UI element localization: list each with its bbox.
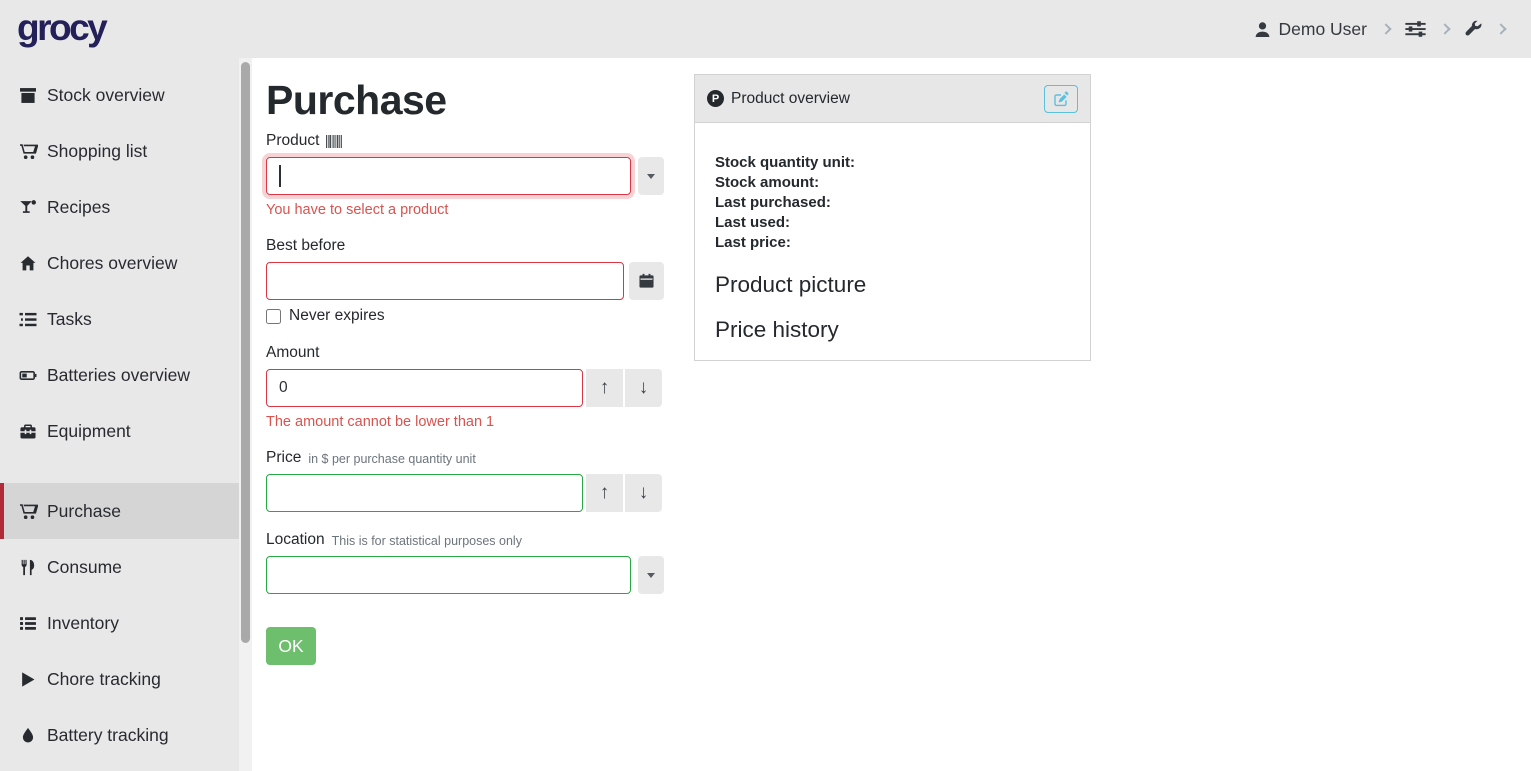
caret-down-icon xyxy=(647,573,655,578)
user-menu[interactable]: Demo User xyxy=(1254,19,1368,40)
price-decrement-button[interactable]: ↓ xyxy=(625,474,662,512)
arrow-up-icon: ↑ xyxy=(600,482,610,504)
last-price-label: Last price: xyxy=(715,233,1070,253)
wrench-icon xyxy=(1464,20,1482,38)
shopping-cart-icon xyxy=(18,143,38,160)
sidebar-item-inventory[interactable]: Inventory xyxy=(0,595,252,651)
box-icon xyxy=(18,87,38,104)
price-increment-button[interactable]: ↑ xyxy=(586,474,623,512)
top-navbar: grocy Demo User xyxy=(0,0,1531,58)
location-group: Location This is for statistical purpose… xyxy=(266,531,664,594)
battery-icon xyxy=(18,367,38,384)
sidebar-item-purchase[interactable]: Purchase xyxy=(0,483,252,539)
edit-pencil-square-icon xyxy=(1053,91,1069,107)
card-title: Product overview xyxy=(731,90,850,108)
ok-button[interactable]: OK xyxy=(266,627,316,665)
amount-group: Amount ↑ ↓ The amount cannot be lower th… xyxy=(266,344,664,430)
cocktail-icon xyxy=(18,199,38,216)
purchase-form: Product You have to select a product Bes… xyxy=(266,132,664,665)
product-overview-card: P Product overview Stock quantity unit: … xyxy=(694,74,1091,361)
best-before-input[interactable] xyxy=(266,262,624,300)
price-history-heading: Price history xyxy=(715,317,1070,343)
amount-input[interactable] xyxy=(266,369,583,407)
card-body: Stock quantity unit: Stock amount: Last … xyxy=(695,123,1090,343)
amount-error: The amount cannot be lower than 1 xyxy=(266,414,664,430)
amount-increment-button[interactable]: ↑ xyxy=(586,369,623,407)
chevron-right-icon xyxy=(1380,23,1391,34)
arrow-down-icon: ↓ xyxy=(639,377,649,399)
sidebar-item-chores-overview[interactable]: Chores overview xyxy=(0,235,252,291)
sidebar-item-consume[interactable]: Consume xyxy=(0,539,252,595)
product-group: Product You have to select a product xyxy=(266,132,664,218)
location-input[interactable] xyxy=(266,556,631,594)
sidebar-item-chore-tracking[interactable]: Chore tracking xyxy=(0,651,252,707)
best-before-label: Best before xyxy=(266,237,345,255)
location-hint: This is for statistical purposes only xyxy=(332,534,522,548)
product-input[interactable] xyxy=(266,157,631,195)
location-label: Location xyxy=(266,531,325,549)
toolbox-icon xyxy=(18,423,38,440)
sidebar-scrollbar[interactable] xyxy=(239,58,252,771)
user-menu-label: Demo User xyxy=(1279,19,1368,40)
list-icon xyxy=(18,615,38,632)
location-dropdown-button[interactable] xyxy=(638,556,664,594)
grocy-logo[interactable]: grocy xyxy=(17,9,105,50)
product-error: You have to select a product xyxy=(266,202,664,218)
price-group: Price in $ per purchase quantity unit ↑ … xyxy=(266,449,664,512)
barcode-icon xyxy=(326,135,342,148)
arrow-down-icon: ↓ xyxy=(639,482,649,504)
last-used-label: Last used: xyxy=(715,213,1070,233)
user-icon xyxy=(1254,21,1271,38)
price-hint: in $ per purchase quantity unit xyxy=(308,452,475,466)
product-picture-heading: Product picture xyxy=(715,272,1070,298)
edit-product-button[interactable] xyxy=(1044,85,1078,113)
best-before-group: Best before Never expires xyxy=(266,237,664,325)
amount-label: Amount xyxy=(266,344,319,362)
sidebar-item-battery-tracking[interactable]: Battery tracking xyxy=(0,707,252,763)
droplet-icon xyxy=(18,727,38,744)
caret-down-icon xyxy=(647,174,655,179)
last-purchased-label: Last purchased: xyxy=(715,193,1070,213)
stock-quantity-unit-label: Stock quantity unit: xyxy=(715,153,1070,173)
text-cursor xyxy=(279,165,281,187)
amount-decrement-button[interactable]: ↓ xyxy=(625,369,662,407)
purchase-page: Purchase Product You have to select a pr… xyxy=(252,58,712,665)
calendar-icon xyxy=(639,273,654,289)
calendar-button[interactable] xyxy=(629,262,664,300)
home-icon xyxy=(18,255,38,272)
product-circle-icon: P xyxy=(707,90,724,107)
sidebar-item-recipes[interactable]: Recipes xyxy=(0,179,252,235)
play-icon xyxy=(18,671,38,688)
never-expires-row[interactable]: Never expires xyxy=(266,307,664,325)
sidebar-item-shopping-list[interactable]: Shopping list xyxy=(0,123,252,179)
shopping-cart-icon xyxy=(18,503,38,520)
page-title: Purchase xyxy=(266,78,712,122)
stock-amount-label: Stock amount: xyxy=(715,173,1070,193)
sidebar: Stock overview Shopping list Recipes Cho… xyxy=(0,58,252,771)
navbar-right: Demo User xyxy=(1254,19,1508,40)
admin-button[interactable] xyxy=(1464,20,1482,38)
chevron-right-icon xyxy=(1495,23,1506,34)
card-header: P Product overview xyxy=(695,75,1090,123)
sidebar-item-stock-overview[interactable]: Stock overview xyxy=(0,67,252,123)
product-dropdown-button[interactable] xyxy=(638,157,664,195)
sidebar-item-equipment[interactable]: Equipment xyxy=(0,403,252,459)
utensils-icon xyxy=(18,559,38,576)
sidebar-item-batteries-overview[interactable]: Batteries overview xyxy=(0,347,252,403)
settings-button[interactable] xyxy=(1405,20,1426,38)
arrow-up-icon: ↑ xyxy=(600,377,610,399)
sliders-icon xyxy=(1405,20,1426,38)
price-label: Price xyxy=(266,449,301,467)
price-input[interactable] xyxy=(266,474,583,512)
sidebar-item-tasks[interactable]: Tasks xyxy=(0,291,252,347)
never-expires-checkbox[interactable] xyxy=(266,309,281,324)
sidebar-section-divider xyxy=(0,459,252,483)
never-expires-label: Never expires xyxy=(289,307,385,325)
tasks-icon xyxy=(18,311,38,328)
chevron-right-icon xyxy=(1439,23,1450,34)
product-label: Product xyxy=(266,132,319,150)
scrollbar-thumb[interactable] xyxy=(241,62,250,643)
